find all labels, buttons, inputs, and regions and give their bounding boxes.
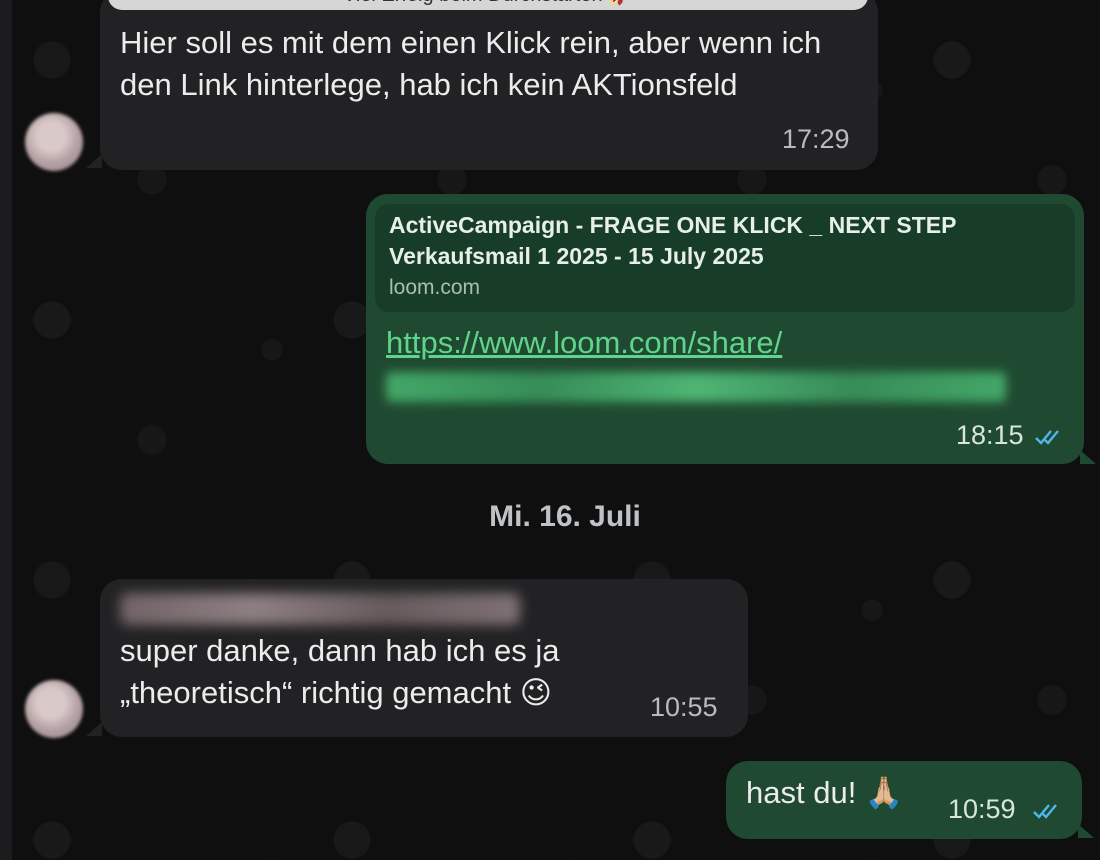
message-time: 10:55 [650,692,718,722]
date-separator: Mi. 16. Juli [489,500,641,533]
sender-name-redacted [120,593,520,625]
message-text: hast du! 🙏🏼 [746,775,904,810]
bubble-tail [1078,824,1094,838]
bubble-tail [1080,450,1096,464]
link-preview-title: ActiveCampaign - FRAGE ONE KLICK _ NEXT … [389,212,957,269]
avatar[interactable] [25,680,83,738]
redacted-link-part [386,372,1006,402]
message-link[interactable]: https://www.loom.com/share/ [386,325,782,361]
bubble-tail [86,154,102,168]
message-time: 17:29 [782,124,850,154]
avatar[interactable] [25,113,83,171]
bubble-tail [86,722,102,736]
link-preview-card[interactable]: ActiveCampaign - FRAGE ONE KLICK _ NEXT … [375,204,1075,312]
image-preview-strip: Viel Erfolg beim Durchstarten 🚀 [108,0,868,10]
message-text: Hier soll es mit dem einen Klick rein, a… [120,25,822,102]
link-preview-domain: loom.com [389,276,481,299]
message-time: 10:59 [948,794,1016,824]
read-checkmarks-icon [1035,430,1059,445]
message-time: 18:15 [956,420,1024,450]
read-checkmarks-icon [1033,804,1057,819]
message-text: super danke, dann hab ich es ja „theoret… [120,633,560,710]
